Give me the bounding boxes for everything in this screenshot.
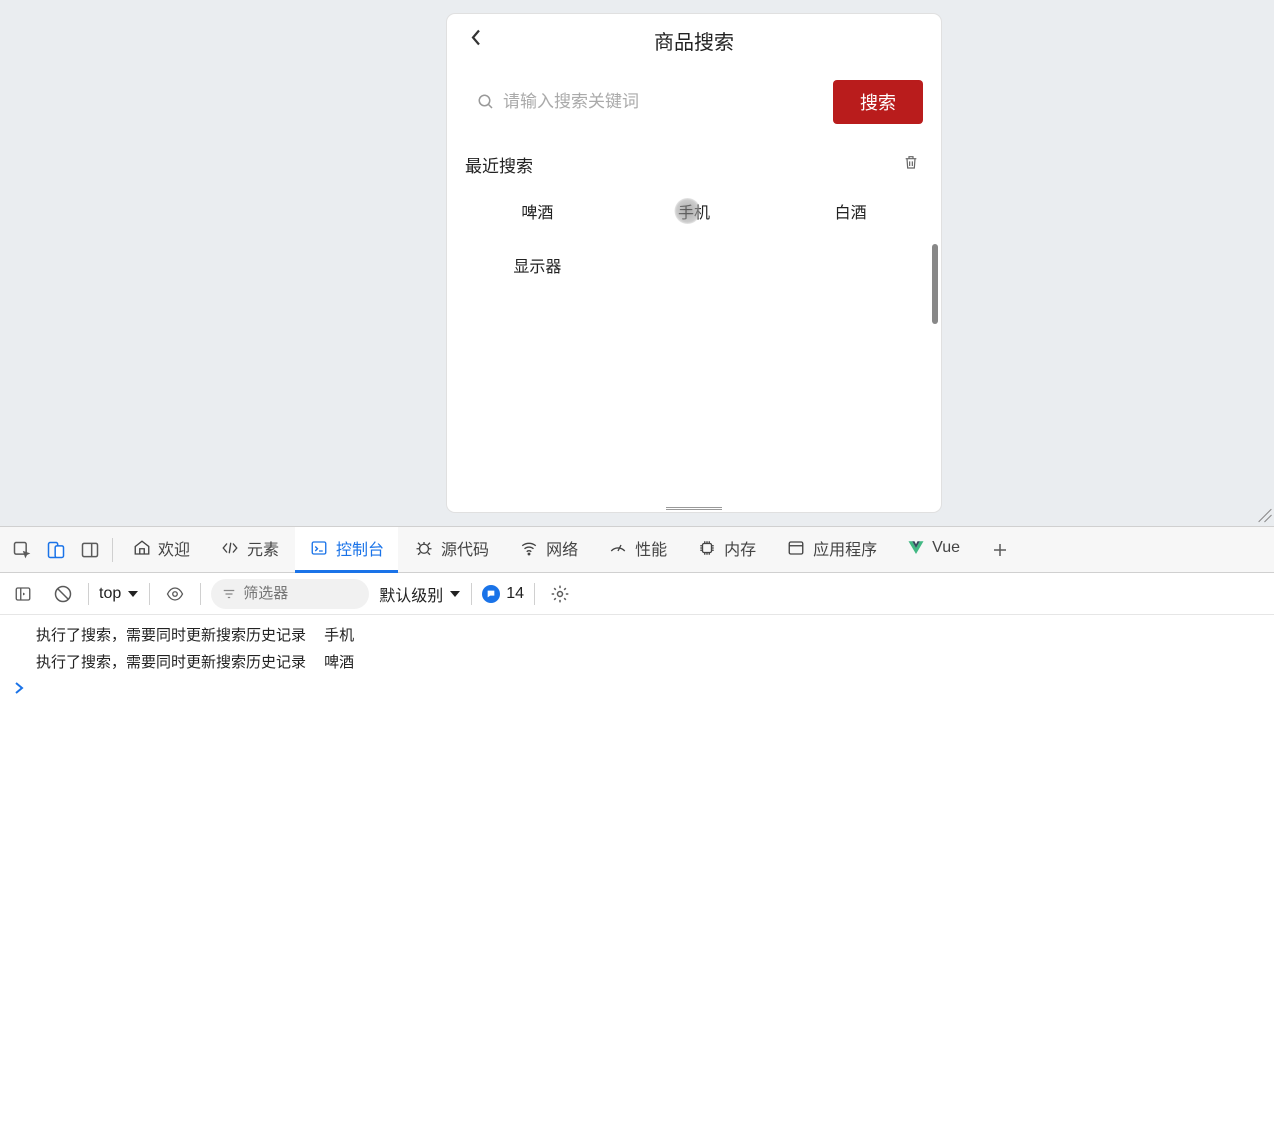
- separator: [200, 583, 201, 605]
- search-tag[interactable]: 白酒: [778, 195, 923, 227]
- context-value: top: [99, 585, 121, 603]
- search-input[interactable]: [503, 92, 807, 112]
- emulator-viewport: 商品搜索 搜索 最近搜索 啤酒 手机 白酒 显示器: [0, 0, 1274, 526]
- level-value: 默认级别: [379, 582, 443, 606]
- log-level-select[interactable]: 默认级别: [379, 582, 461, 606]
- tab-performance[interactable]: 性能: [594, 527, 681, 573]
- gear-icon: [550, 584, 570, 604]
- plus-icon: [991, 541, 1009, 559]
- tab-label: 欢迎: [158, 536, 190, 560]
- devtools-tabs: 欢迎 元素 控制台 源代码 网络 性能 内存 应用程序: [0, 527, 1274, 573]
- context-select[interactable]: top: [99, 585, 139, 603]
- clear-history-button[interactable]: [903, 153, 919, 176]
- filter-icon: [221, 587, 237, 601]
- wifi-icon: [519, 539, 539, 557]
- console-body[interactable]: 执行了搜索，需要同时更新搜索历史记录 手机 执行了搜索，需要同时更新搜索历史记录…: [0, 615, 1274, 1135]
- code-icon: [220, 539, 240, 557]
- drag-handle[interactable]: [666, 507, 722, 512]
- recent-tags: 啤酒 手机 白酒 显示器: [447, 183, 941, 293]
- application-icon: [786, 539, 806, 557]
- search-row: 搜索: [447, 66, 941, 130]
- search-tag[interactable]: 啤酒: [465, 195, 610, 227]
- page-title: 商品搜索: [654, 26, 734, 55]
- console-icon: [309, 539, 329, 557]
- devtools-panel: 欢迎 元素 控制台 源代码 网络 性能 内存 应用程序: [0, 526, 1274, 1135]
- live-expression-button[interactable]: [160, 579, 190, 609]
- device-icon: [46, 540, 66, 560]
- console-prompt[interactable]: [0, 675, 1274, 702]
- separator: [88, 583, 89, 605]
- inspect-icon: [12, 540, 32, 560]
- issue-dot: [482, 585, 500, 603]
- tab-memory[interactable]: 内存: [683, 527, 770, 573]
- clear-icon: [53, 584, 73, 604]
- vue-icon: [907, 539, 925, 557]
- tab-label: Vue: [932, 539, 960, 557]
- issue-count: 14: [506, 585, 524, 603]
- console-toolbar: top 默认级别 14: [0, 573, 1274, 615]
- tab-label: 应用程序: [813, 536, 877, 560]
- inspect-element-button[interactable]: [6, 534, 38, 566]
- tab-label: 内存: [724, 536, 756, 560]
- resize-handle[interactable]: [1256, 504, 1272, 520]
- recent-search-label: 最近搜索: [465, 152, 533, 177]
- console-log-line[interactable]: 执行了搜索，需要同时更新搜索历史记录 啤酒: [0, 648, 1274, 675]
- mobile-header: 商品搜索: [447, 14, 941, 66]
- search-icon: [477, 93, 495, 111]
- separator: [149, 583, 150, 605]
- mobile-frame: 商品搜索 搜索 最近搜索 啤酒 手机 白酒 显示器: [447, 14, 941, 512]
- tab-application[interactable]: 应用程序: [772, 527, 891, 573]
- performance-icon: [608, 539, 628, 557]
- bug-icon: [414, 539, 434, 557]
- tab-label: 控制台: [336, 536, 384, 560]
- tab-vue[interactable]: Vue: [893, 527, 974, 573]
- trash-icon: [903, 153, 919, 171]
- scrollbar-thumb[interactable]: [932, 244, 938, 324]
- filter-wrap: [211, 579, 369, 609]
- back-button[interactable]: [469, 28, 483, 53]
- tab-sources[interactable]: 源代码: [400, 527, 503, 573]
- more-tabs-button[interactable]: [984, 534, 1016, 566]
- search-tag[interactable]: 手机: [622, 195, 767, 227]
- issues-badge[interactable]: 14: [482, 585, 524, 603]
- chevron-down-icon: [449, 589, 461, 599]
- search-button[interactable]: 搜索: [833, 80, 923, 124]
- tab-label: 源代码: [441, 536, 489, 560]
- chevron-down-icon: [127, 589, 139, 599]
- search-box[interactable]: [465, 80, 819, 124]
- separator: [534, 583, 535, 605]
- home-icon: [133, 539, 151, 557]
- tab-elements[interactable]: 元素: [206, 527, 293, 573]
- dock-icon: [80, 540, 100, 560]
- search-tag[interactable]: 显示器: [465, 249, 610, 281]
- console-settings-button[interactable]: [545, 579, 575, 609]
- clear-console-button[interactable]: [48, 579, 78, 609]
- toggle-sidebar-button[interactable]: [8, 579, 38, 609]
- tab-label: 性能: [635, 536, 667, 560]
- device-toggle-button[interactable]: [40, 534, 72, 566]
- chevron-left-icon: [469, 28, 483, 48]
- tab-label: 元素: [247, 536, 279, 560]
- chat-icon: [486, 589, 496, 599]
- tab-welcome[interactable]: 欢迎: [119, 527, 204, 573]
- separator: [471, 583, 472, 605]
- tab-network[interactable]: 网络: [505, 527, 592, 573]
- tag-label: 手机: [678, 205, 710, 222]
- separator: [112, 538, 113, 562]
- dock-side-button[interactable]: [74, 534, 106, 566]
- console-log-line[interactable]: 执行了搜索，需要同时更新搜索历史记录 手机: [0, 621, 1274, 648]
- eye-icon: [164, 585, 186, 603]
- recent-row: 最近搜索: [447, 130, 941, 183]
- chevron-right-icon: [14, 682, 24, 694]
- tab-label: 网络: [546, 536, 578, 560]
- tab-console[interactable]: 控制台: [295, 527, 398, 573]
- sidebar-icon: [13, 585, 33, 603]
- chip-icon: [697, 539, 717, 557]
